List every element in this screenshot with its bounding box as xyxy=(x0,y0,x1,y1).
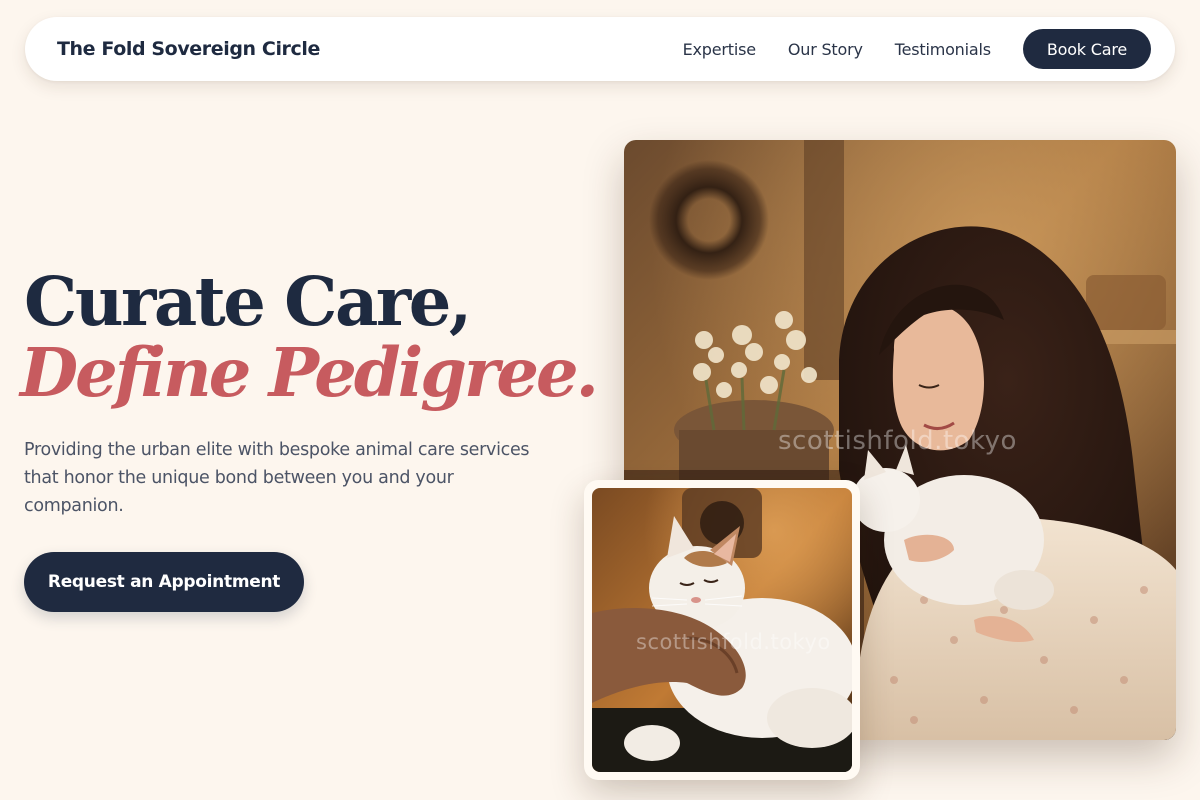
top-navbar: The Fold Sovereign Circle Expertise Our … xyxy=(25,17,1175,81)
cat-being-petted-image xyxy=(592,488,852,772)
nav-links: Expertise Our Story Testimonials Book Ca… xyxy=(683,29,1151,69)
hero-inset-photo-card: scottishfold.tokyo xyxy=(584,480,860,780)
nav-link-expertise[interactable]: Expertise xyxy=(683,40,756,59)
nav-link-testimonials[interactable]: Testimonials xyxy=(895,40,991,59)
hero-title-line-1: Curate Care, xyxy=(24,262,472,341)
request-appointment-button[interactable]: Request an Appointment xyxy=(24,552,304,612)
nav-link-our-story[interactable]: Our Story xyxy=(788,40,863,59)
brand-logo-text[interactable]: The Fold Sovereign Circle xyxy=(57,38,320,60)
hero-inset-photo: scottishfold.tokyo xyxy=(592,488,852,772)
hero-title-line-2: Define Pedigree. xyxy=(20,333,599,412)
hero-description: Providing the urban elite with bespoke a… xyxy=(24,440,530,516)
hero-title: Curate Care, Define Pedigree. xyxy=(20,262,599,406)
book-care-button[interactable]: Book Care xyxy=(1022,29,1151,69)
